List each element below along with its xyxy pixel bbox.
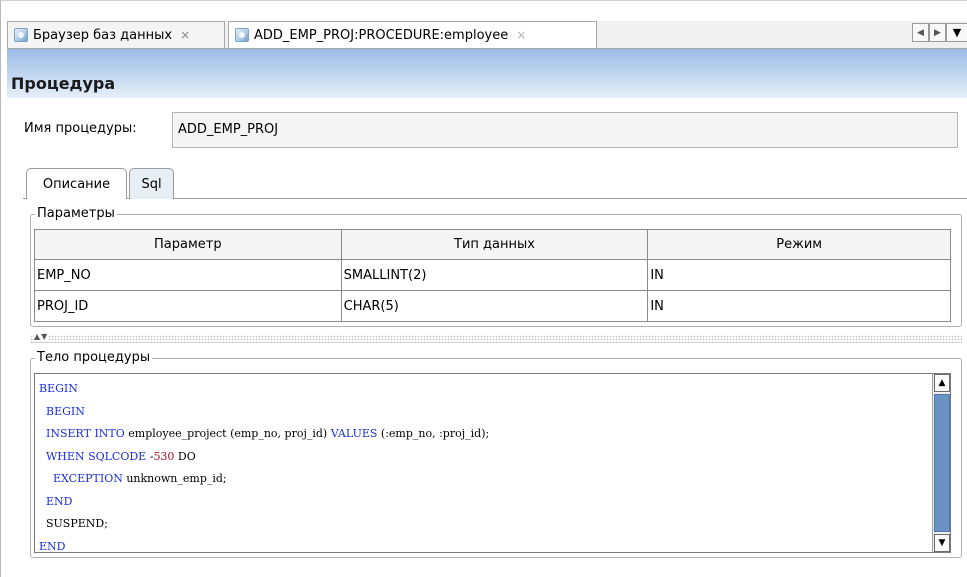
param-mode-cell[interactable]: IN <box>647 290 951 322</box>
column-header-data-type[interactable]: Тип данных <box>340 229 649 260</box>
scroll-up-icon[interactable]: ▲ <box>934 374 950 392</box>
code-editor[interactable]: BEGIN BEGIN INSERT INTO employee_project… <box>34 373 951 553</box>
tab-prev-icon[interactable]: ◀ <box>912 23 929 42</box>
code-text-span: unknown_emp_id; <box>122 472 227 485</box>
keyword: INSERT INTO <box>46 427 125 440</box>
tab-database-browser[interactable]: Браузер баз данных × <box>7 21 225 48</box>
code-text-span: employee_project (emp_no, proj_id) <box>124 427 331 440</box>
keyword: VALUES <box>330 427 378 440</box>
column-header-mode[interactable]: Режим <box>647 229 951 260</box>
procedure-name-field[interactable]: ADD_EMP_PROJ <box>172 112 958 148</box>
page-title: Процедура <box>11 74 116 93</box>
param-name-cell[interactable]: PROJ_ID <box>34 290 342 322</box>
code-line: SUSPEND; <box>39 513 489 536</box>
scroll-down-icon[interactable]: ▼ <box>934 534 950 552</box>
code-line: EXCEPTION unknown_emp_id; <box>39 468 489 491</box>
keyword: SQLCODE <box>88 449 147 463</box>
code-line: INSERT INTO employee_project (emp_no, pr… <box>39 423 489 446</box>
table-row[interactable]: EMP_NO SMALLINT(2) IN <box>34 259 951 291</box>
scrollbar-thumb[interactable] <box>934 394 950 532</box>
keyword: EXCEPTION <box>53 472 123 485</box>
param-type-cell[interactable]: SMALLINT(2) <box>340 259 649 291</box>
param-name-cell[interactable]: EMP_NO <box>34 259 342 291</box>
database-icon <box>14 28 28 42</box>
param-mode-cell[interactable]: IN <box>647 259 951 291</box>
code-line: END <box>39 536 489 553</box>
table-row[interactable]: PROJ_ID CHAR(5) IN <box>34 290 951 322</box>
table-header-row: Параметр Тип данных Режим <box>34 229 951 260</box>
close-icon[interactable]: × <box>180 28 190 42</box>
keyword: BEGIN <box>39 382 78 395</box>
parameters-table: Параметр Тип данных Режим EMP_NO SMALLIN… <box>34 229 951 322</box>
close-icon[interactable]: × <box>516 28 526 42</box>
keyword: WHEN <box>46 449 85 463</box>
tab-list-menu-icon[interactable]: ▼ <box>946 23 967 42</box>
code-line: BEGIN <box>39 401 489 424</box>
tab-label: ADD_EMP_PROJ:PROCEDURE:employee <box>254 27 509 43</box>
param-type-cell[interactable]: CHAR(5) <box>340 290 649 322</box>
code-line: END <box>39 491 489 514</box>
editor-tab-bar: Браузер баз данных × ADD_EMP_PROJ:PROCED… <box>7 21 967 48</box>
splitter-arrows-icon[interactable]: ▲▼ <box>34 332 49 341</box>
header-banner: Процедура <box>7 48 967 98</box>
procedure-body-legend: Тело процедуры <box>35 350 153 366</box>
keyword: BEGIN <box>46 404 85 418</box>
code-text-span: SUSPEND; <box>46 517 108 530</box>
code-text: BEGIN BEGIN INSERT INTO employee_project… <box>39 378 489 553</box>
parameters-legend: Параметры <box>35 206 117 222</box>
code-line: WHEN SQLCODE -530 DO <box>39 446 489 469</box>
keyword: END <box>39 539 66 553</box>
tab-label: Браузер баз данных <box>33 27 173 43</box>
procedure-icon <box>235 28 249 42</box>
number-literal: 530 <box>153 449 175 463</box>
tab-procedure-editor[interactable]: ADD_EMP_PROJ:PROCEDURE:employee × <box>228 21 597 48</box>
code-line: BEGIN <box>39 378 489 401</box>
tab-sql[interactable]: Sql <box>129 168 174 199</box>
code-text-span: (:emp_no, :proj_id); <box>377 427 490 440</box>
tab-next-icon[interactable]: ▶ <box>929 23 946 42</box>
column-header-parameter[interactable]: Параметр <box>34 229 342 260</box>
procedure-name-label: Имя процедуры: <box>24 121 137 136</box>
code-text-span: DO <box>174 449 196 463</box>
vertical-scrollbar[interactable]: ▲ ▼ <box>932 374 950 552</box>
splitter-handle[interactable] <box>30 335 962 343</box>
keyword: END <box>46 494 73 508</box>
app-window: Браузер баз данных × ADD_EMP_PROJ:PROCED… <box>0 0 967 577</box>
tab-description[interactable]: Описание <box>26 168 127 199</box>
